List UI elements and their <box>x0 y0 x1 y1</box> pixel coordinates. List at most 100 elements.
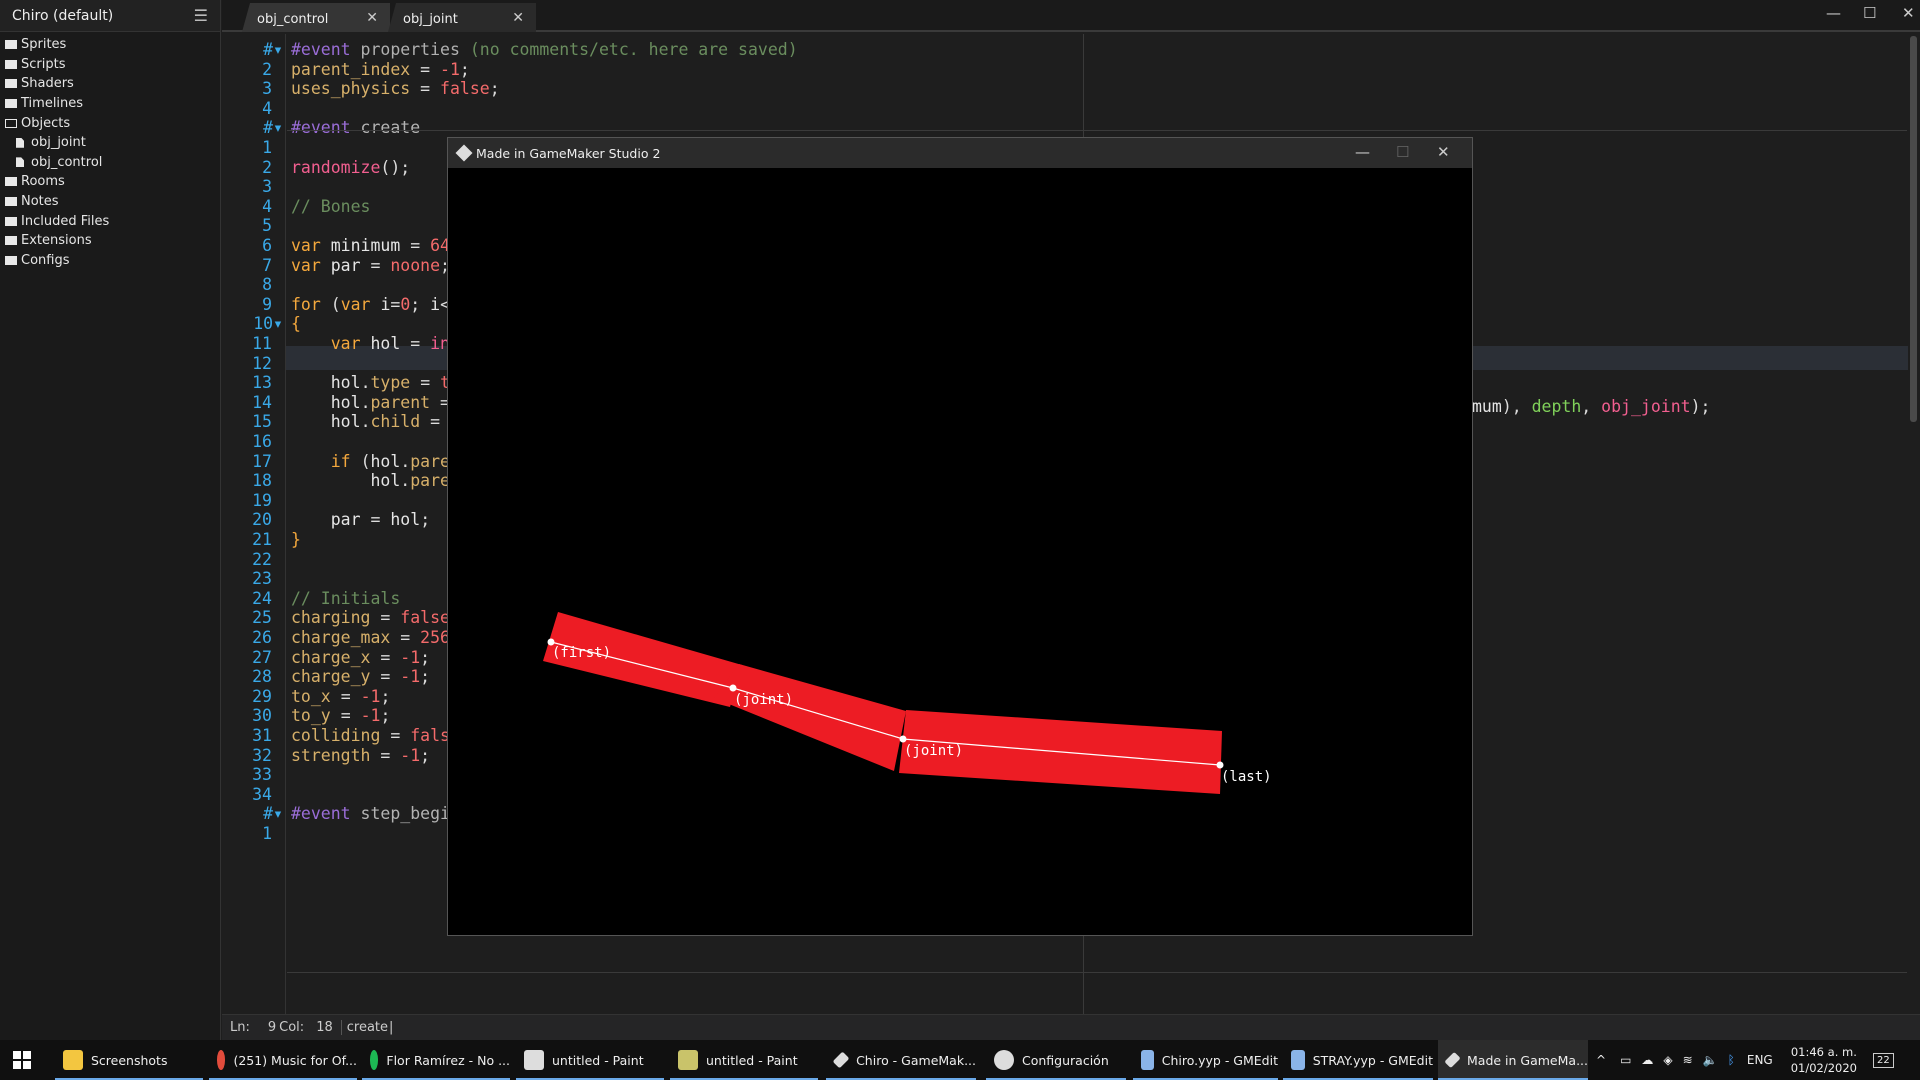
code-line: #event step_begin <box>291 804 460 824</box>
tree-item-notes[interactable]: Notes <box>0 192 220 212</box>
line-number-gutter: #▾ 2 3 4 #▾ 1 2 3 4 5 6 7 8 9 10▾ 11 12 13 14 15 16 17 18 19 20 2… <box>222 34 286 1014</box>
taskbar: ^ ▭ ☁ ◈ ≋ 🔈 ᛒ ENG 01:46 a. m. 01/02/2020… <box>0 1040 1920 1080</box>
tree-item-shaders[interactable]: Shaders <box>0 74 220 94</box>
folder-icon <box>5 255 17 265</box>
scrollbar-thumb[interactable] <box>1910 36 1917 422</box>
taskbar-item[interactable]: (251) Music for Of... <box>209 1040 357 1080</box>
code-line: uses_physics = false; <box>291 79 500 99</box>
taskbar-item[interactable]: Made in GameMa... <box>1438 1040 1588 1080</box>
line-number: 1 <box>262 824 272 843</box>
code-line: var par = noone; <box>291 255 450 275</box>
minimize-icon[interactable]: — <box>1355 143 1370 161</box>
event-name: create <box>340 1020 388 1035</box>
start-button[interactable] <box>0 1040 44 1080</box>
line-label: Ln: <box>230 1020 250 1035</box>
gamemaker-icon <box>455 144 473 162</box>
taskbar-item-label: Flor Ramírez - No ... <box>386 1052 510 1068</box>
vertical-scrollbar[interactable] <box>1908 34 1920 1014</box>
spotify-icon <box>370 1050 379 1070</box>
close-icon[interactable]: ✕ <box>1437 143 1450 161</box>
tree-item-included-files[interactable]: Included Files <box>0 211 220 231</box>
tree-item-label: Notes <box>21 194 59 210</box>
system-tray: ^ ▭ ☁ ◈ ≋ 🔈 ᛒ ENG 01:46 a. m. 01/02/2020… <box>1596 1040 1894 1080</box>
folder-icon <box>5 177 17 187</box>
taskbar-item[interactable]: Flor Ramírez - No ... <box>362 1040 510 1080</box>
folder-icon <box>5 40 17 50</box>
wifi-icon[interactable]: ≋ <box>1683 1053 1693 1067</box>
clock[interactable]: 01:46 a. m. 01/02/2020 <box>1791 1044 1857 1076</box>
tree-item-configs[interactable]: Configs <box>0 251 220 271</box>
status-bar: Ln: 9 Col: 18 create | <box>222 1014 1920 1040</box>
code-line: hol.pare <box>370 471 450 491</box>
line-value: 9 <box>267 1020 277 1035</box>
language-indicator[interactable]: ENG <box>1747 1053 1773 1067</box>
tree-item-label: Objects <box>21 115 71 131</box>
bluetooth-icon[interactable]: ᛒ <box>1728 1053 1735 1067</box>
folder-icon <box>5 197 17 207</box>
col-value: 18 <box>316 1020 333 1035</box>
close-tab-icon[interactable]: ✕ <box>512 10 524 26</box>
event-separator <box>287 130 1907 131</box>
taskbar-item[interactable]: Configuración <box>986 1040 1126 1080</box>
taskbar-item[interactable]: Chiro.yyp - GMEdit <box>1133 1040 1278 1080</box>
tree-item-scripts[interactable]: Scripts <box>0 55 220 75</box>
taskbar-item[interactable]: untitled - Paint <box>670 1040 818 1080</box>
gmedit-icon <box>1291 1050 1305 1070</box>
project-header[interactable]: Chiro (default) ☰ <box>0 0 220 32</box>
folder-icon <box>5 236 17 246</box>
menu-icon[interactable]: ☰ <box>194 6 208 25</box>
code-line: } <box>291 530 301 549</box>
volume-icon[interactable]: 🔈 <box>1703 1053 1718 1067</box>
battery-icon[interactable]: ▭ <box>1620 1053 1631 1067</box>
clock-time: 01:46 a. m. <box>1790 1045 1857 1059</box>
windows-icon <box>13 1051 31 1069</box>
code-line: par = hol; <box>330 510 431 530</box>
tree-item-label: obj_joint <box>31 135 86 151</box>
dropbox-icon[interactable]: ◈ <box>1663 1053 1672 1067</box>
game-window-titlebar[interactable]: Made in GameMaker Studio 2 — ☐ ✕ <box>448 138 1472 168</box>
folder-icon <box>5 216 17 226</box>
game-canvas[interactable]: (first) (joint) (joint) (last) <box>448 168 1472 935</box>
minimize-icon[interactable]: — <box>1826 4 1841 22</box>
joint-point <box>899 735 907 743</box>
gear-icon <box>994 1050 1014 1070</box>
tree-item-label: Extensions <box>21 233 92 249</box>
code-line: strength = -1; <box>291 745 431 765</box>
tab-obj-joint[interactable]: obj_joint ✕ <box>388 3 536 32</box>
tree-item-obj-joint[interactable]: obj_joint <box>0 133 220 153</box>
game-window[interactable]: Made in GameMaker Studio 2 — ☐ ✕ (first)… <box>447 137 1473 936</box>
taskbar-item-label: untitled - Paint <box>706 1052 798 1068</box>
tree-item-rooms[interactable]: Rooms <box>0 172 220 192</box>
chevron-up-icon[interactable]: ^ <box>1596 1053 1606 1067</box>
label-joint-2: (joint) <box>904 743 963 759</box>
close-window-icon[interactable]: ✕ <box>1902 4 1915 22</box>
code-line: hol.child = <box>330 412 441 432</box>
tree-item-timelines[interactable]: Timelines <box>0 94 220 114</box>
tree-item-label: Shaders <box>21 76 74 92</box>
tree-item-objects[interactable]: Objects <box>0 113 220 133</box>
game-window-title: Made in GameMaker Studio 2 <box>476 145 661 161</box>
notifications-icon[interactable]: 22 <box>1873 1052 1894 1068</box>
tree-item-obj-control[interactable]: obj_control <box>0 153 220 173</box>
taskbar-item-label: (251) Music for Of... <box>233 1052 357 1068</box>
taskbar-item[interactable]: Chiro - GameMak... <box>826 1040 976 1080</box>
tree-item-label: Timelines <box>21 96 84 112</box>
taskbar-item-label: Made in GameMa... <box>1467 1052 1588 1068</box>
taskbar-item-label: untitled - Paint <box>552 1052 644 1068</box>
folder-icon <box>63 1050 83 1070</box>
tab-label: obj_control <box>257 12 329 27</box>
maximize-icon[interactable]: ☐ <box>1863 4 1876 22</box>
file-icon <box>16 157 24 168</box>
taskbar-item[interactable]: Screenshots <box>55 1040 203 1080</box>
tree-item-extensions[interactable]: Extensions <box>0 231 220 251</box>
taskbar-item[interactable]: untitled - Paint <box>516 1040 664 1080</box>
taskbar-item[interactable]: STRAY.yyp - GMEdit <box>1283 1040 1433 1080</box>
paint-icon <box>524 1050 544 1070</box>
close-tab-icon[interactable]: ✕ <box>366 10 378 26</box>
folder-icon <box>5 79 17 89</box>
joint-point <box>729 684 737 692</box>
tree-item-sprites[interactable]: Sprites <box>0 35 220 55</box>
cloud-icon[interactable]: ☁ <box>1641 1053 1653 1067</box>
taskbar-item-label: STRAY.yyp - GMEdit <box>1312 1052 1433 1068</box>
tab-obj-control[interactable]: obj_control ✕ <box>242 3 390 32</box>
